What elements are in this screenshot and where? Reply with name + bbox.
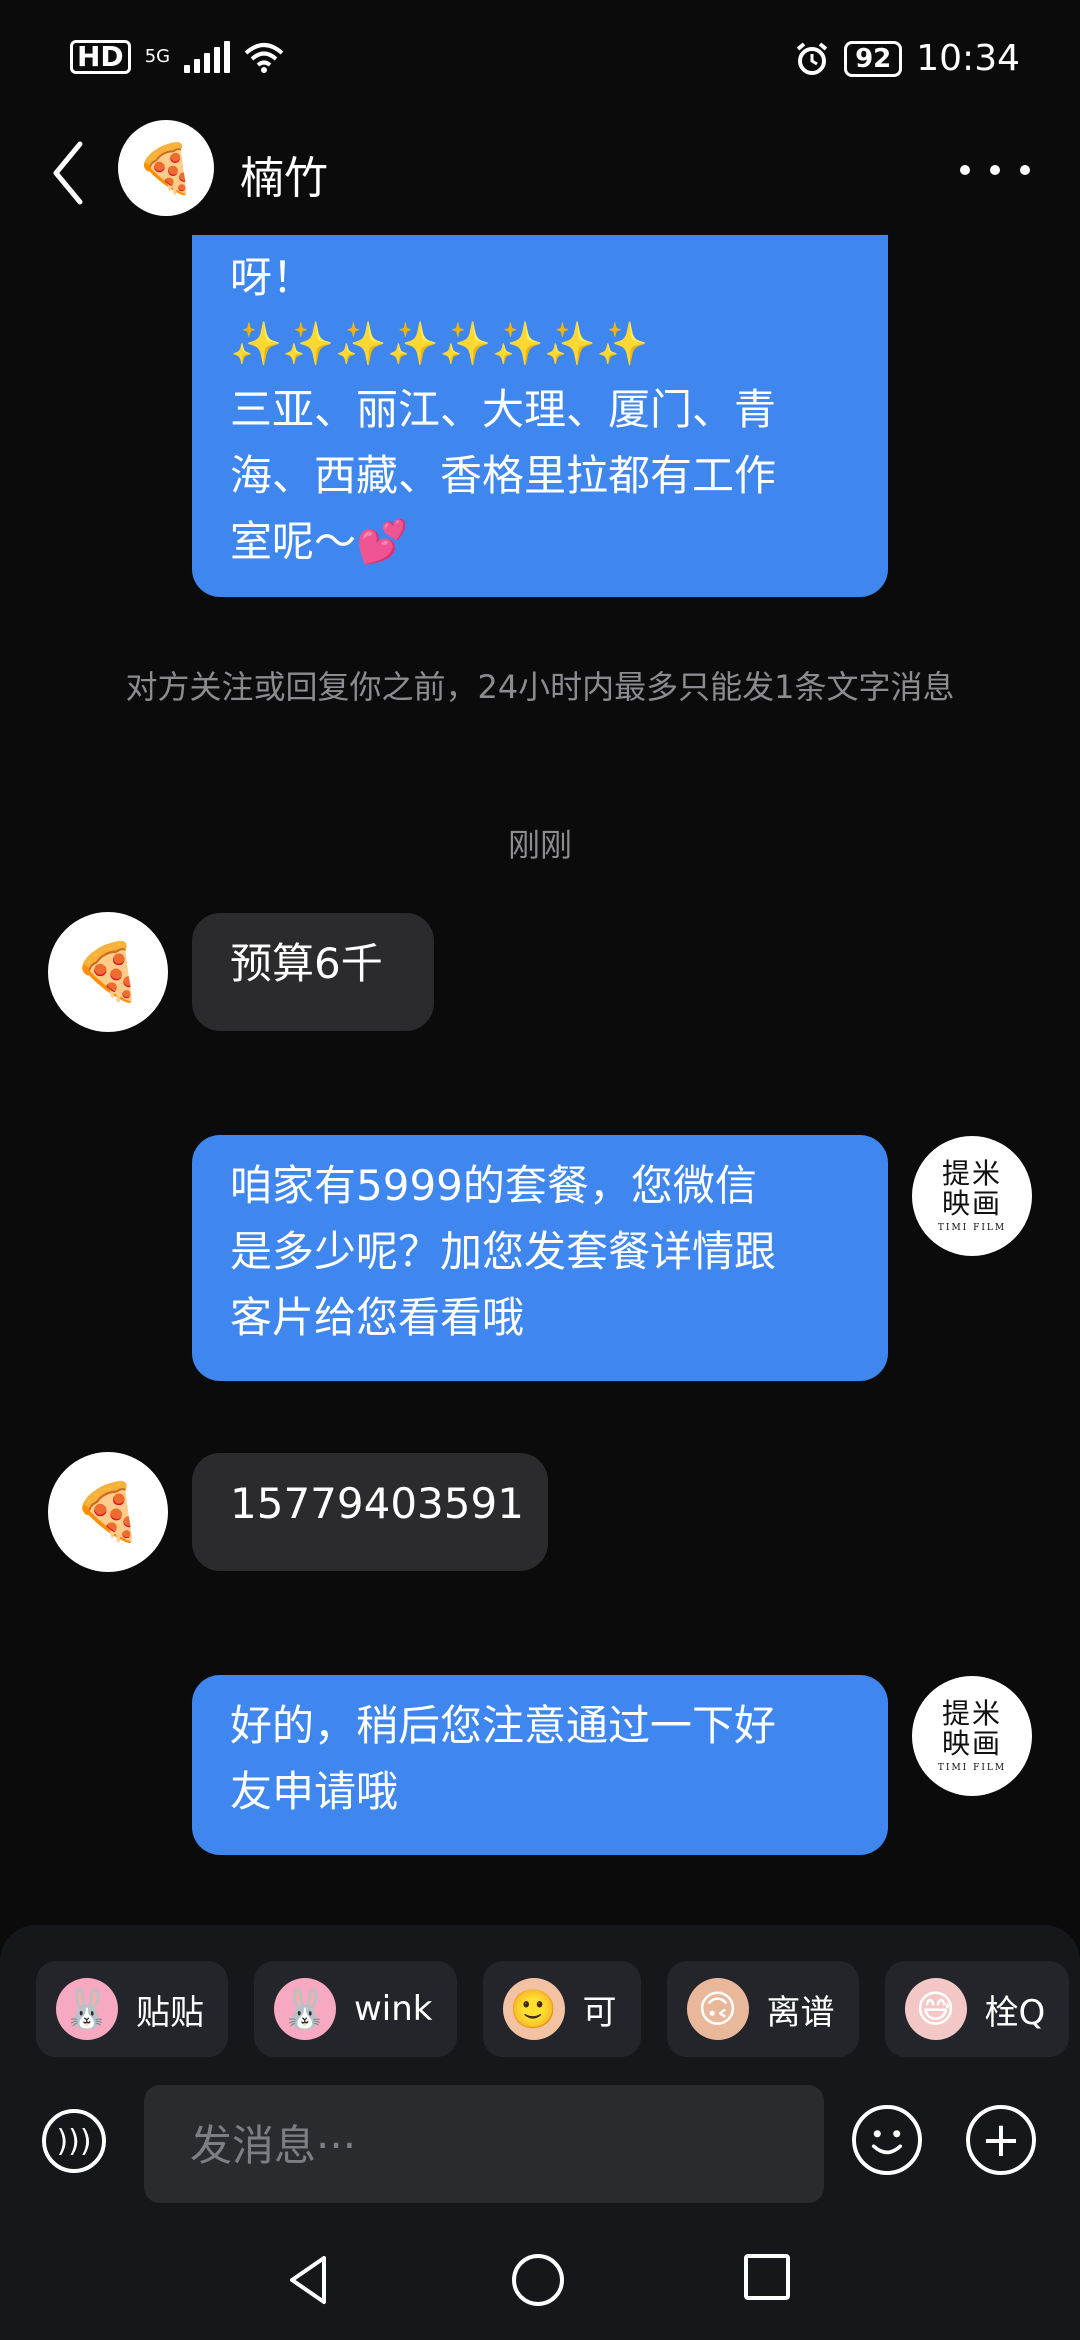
timestamp: 刚刚: [507, 826, 572, 864]
self-avatar[interactable]: 提米 映画 TIMI FILM: [912, 1136, 1032, 1256]
clock: 10:34: [916, 38, 1020, 79]
sticker-face-icon: 🙃: [686, 1978, 749, 2040]
sticker-label: 栓Q: [984, 1992, 1046, 2033]
message-line: 友申请哦: [230, 1767, 399, 1816]
back-icon[interactable]: [48, 138, 88, 208]
message-bubble-sent[interactable]: 咱家有5999的套餐，您微信 是多少呢？加您发套餐详情跟 客片给您看看哦: [192, 1135, 888, 1381]
sticker-label: 贴贴: [136, 1992, 204, 2033]
sender-avatar[interactable]: 🍕: [48, 912, 168, 1032]
nav-back-icon[interactable]: [280, 2250, 340, 2310]
message-bubble-received[interactable]: 预算6千: [192, 913, 434, 1031]
message-bubble-received[interactable]: 15779403591: [192, 1453, 548, 1571]
system-nav-bar: [0, 2240, 1080, 2340]
pizza-icon: 🍕: [73, 940, 143, 1005]
sticker-ke[interactable]: 🙂 可: [482, 1961, 641, 2057]
alarm-icon: [796, 41, 828, 75]
sticker-face-icon: 🙂: [502, 1978, 565, 2040]
logo-subtext: TIMI FILM: [937, 1223, 1007, 1233]
message-line: 客片给您看看哦: [230, 1293, 525, 1342]
sticker-lipu[interactable]: 🙃 离谱: [666, 1961, 859, 2057]
input-row: ))) +: [0, 2085, 1080, 2205]
logo-text-1: 提米: [941, 1157, 1002, 1190]
hd-indicator: HD: [70, 40, 131, 74]
pizza-icon: 🍕: [136, 140, 196, 197]
sender-avatar[interactable]: 🍕: [48, 1452, 168, 1572]
status-right: 92 10:34: [794, 38, 1020, 79]
logo-text-1: 提米: [941, 1697, 1002, 1730]
wifi-icon: [244, 43, 284, 73]
pizza-icon: 🍕: [73, 1480, 143, 1545]
message-bubble-sent[interactable]: 呀！ ✨✨✨✨✨✨✨✨ 三亚、丽江、大理、厦门、青 海、西藏、香格里拉都有工作 …: [192, 235, 888, 597]
message-bubble-sent[interactable]: 好的，稍后您注意通过一下好 友申请哦: [192, 1675, 888, 1855]
sticker-face-icon: 😅: [904, 1978, 967, 2040]
self-avatar[interactable]: 提米 映画 TIMI FILM: [912, 1676, 1032, 1796]
sticker-face-icon: 🐰: [274, 1978, 336, 2040]
sticker-shuanq[interactable]: 😅 栓Q: [884, 1961, 1070, 2057]
message-line: 三亚、丽江、大理、厦门、青: [230, 385, 777, 434]
status-left: HD 5G: [70, 40, 284, 74]
logo-text-2: 映画: [941, 1727, 1002, 1760]
message-line: ✨✨✨✨✨✨✨✨: [230, 319, 649, 368]
add-icon[interactable]: +: [966, 2105, 1036, 2175]
voice-input-icon[interactable]: ))): [42, 2109, 106, 2173]
logo-subtext: TIMI FILM: [937, 1763, 1007, 1773]
contact-avatar[interactable]: 🍕: [118, 120, 214, 216]
message-line: 好的，稍后您注意通过一下好: [230, 1701, 777, 1750]
sticker-face-icon: 🐰: [56, 1978, 118, 2040]
message-line: 室呢～💕: [230, 517, 409, 566]
network-type: 5G: [144, 46, 171, 67]
status-bar: HD 5G 92 10:34: [0, 0, 1080, 120]
sticker-tietie[interactable]: 🐰 贴贴: [36, 1961, 228, 2057]
battery-indicator: 92: [844, 40, 903, 77]
sticker-label: 可: [582, 1992, 617, 2033]
message-line: 海、西藏、香格里拉都有工作: [230, 451, 777, 500]
sticker-label: 离谱: [766, 1992, 835, 2033]
sticker-label: wink: [354, 1989, 433, 2029]
message-input-box: [144, 2085, 824, 2205]
contact-name: 楠竹: [240, 153, 328, 204]
rate-limit-notice: 对方关注或回复你之前，24小时内最多只能发1条文字消息: [125, 668, 955, 706]
message-line: 咱家有5999的套餐，您微信: [230, 1161, 757, 1210]
nav-home-icon[interactable]: [512, 2254, 564, 2306]
more-icon[interactable]: [960, 160, 1030, 180]
signal-icon: [184, 41, 231, 73]
sticker-wink[interactable]: 🐰 wink: [254, 1961, 457, 2057]
message-line: 是多少呢？加您发套餐详情跟: [230, 1227, 777, 1276]
emoji-icon[interactable]: [852, 2105, 922, 2175]
logo-text-2: 映画: [941, 1187, 1002, 1220]
quick-sticker-bar: 🐰 贴贴 🐰 wink 🙂 可 🙃 离谱 😅 栓Q: [36, 1961, 1070, 2057]
message-input[interactable]: [144, 2085, 792, 2205]
nav-recent-icon[interactable]: [744, 2254, 790, 2300]
message-line: 呀！: [230, 253, 315, 302]
chat-header: 🍕 楠竹: [0, 120, 1080, 230]
